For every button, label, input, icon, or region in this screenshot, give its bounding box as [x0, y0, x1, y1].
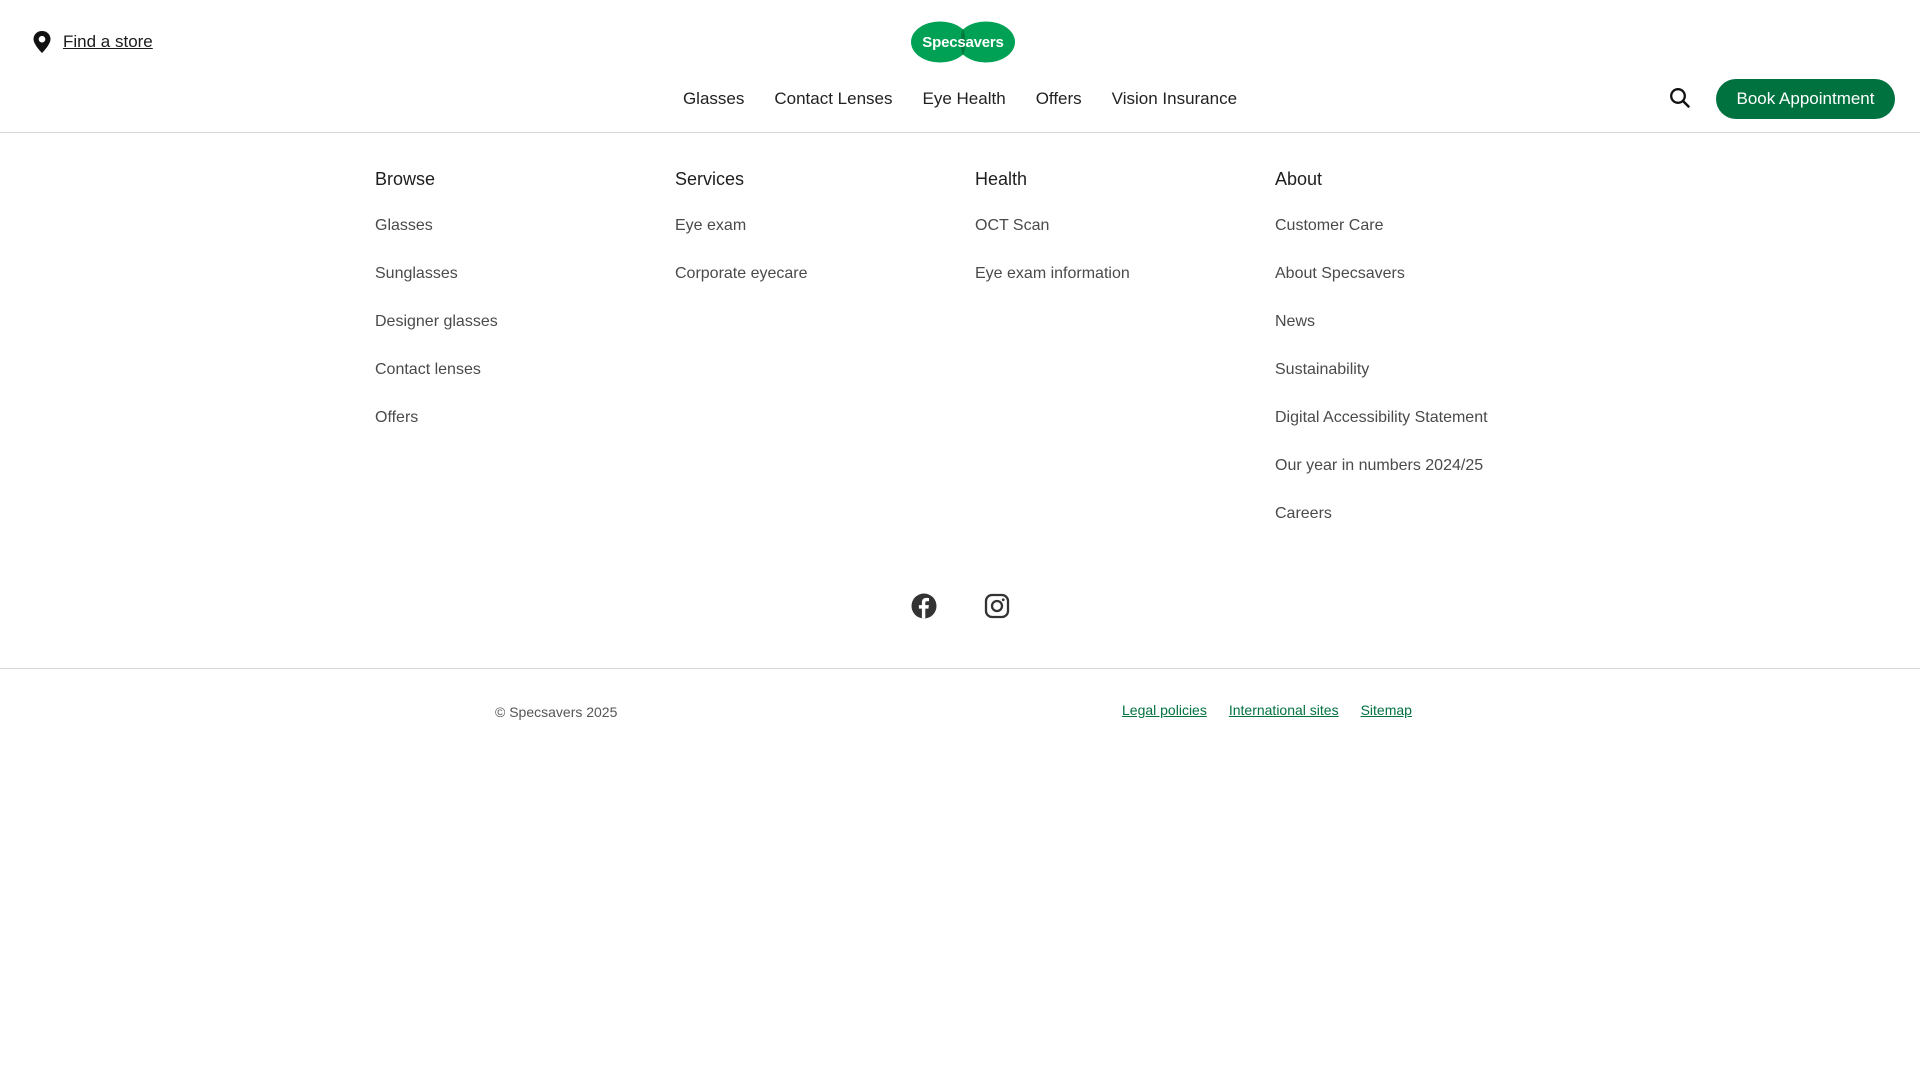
footer-link[interactable]: Contact lenses: [375, 358, 675, 382]
map-pin-icon: [33, 31, 51, 53]
footer-link[interactable]: Digital Accessibility Statement: [1275, 406, 1575, 430]
footer-link[interactable]: Our year in numbers 2024/25: [1275, 454, 1575, 478]
nav-contact-lenses[interactable]: Contact Lenses: [759, 84, 907, 114]
column-title: About: [1275, 169, 1323, 189]
column-title: Browse: [375, 169, 436, 189]
column-title: Services: [675, 169, 745, 189]
logo-text: Specsavers: [922, 33, 1004, 51]
footer-link[interactable]: Eye exam information: [975, 262, 1275, 286]
nav-offers[interactable]: Offers: [1021, 84, 1097, 114]
instagram-icon: [984, 593, 1009, 619]
footer-link-columns: Browse Glasses Sunglasses Designer glass…: [375, 166, 1575, 536]
footer-link[interactable]: Offers: [375, 406, 675, 430]
footer-column-services: Services Eye exam Corporate eyecare: [675, 166, 975, 310]
search-icon: [1670, 88, 1690, 108]
site-header: Find a store Specsavers Glasses Contact …: [0, 0, 1920, 133]
footer-column-health: Health OCT Scan Eye exam information: [975, 166, 1275, 310]
footer-link[interactable]: Glasses: [375, 214, 675, 238]
footer-link[interactable]: News: [1275, 310, 1575, 334]
footer-link[interactable]: Sustainability: [1275, 358, 1575, 382]
footer-column-about: About Customer Care About Specsavers New…: [1275, 166, 1575, 550]
legal-policies-link[interactable]: Legal policies: [1122, 702, 1207, 718]
instagram-link[interactable]: [984, 593, 1010, 619]
sitemap-link[interactable]: Sitemap: [1361, 702, 1412, 718]
social-links: [0, 593, 1920, 619]
footer-link[interactable]: Designer glasses: [375, 310, 675, 334]
specsavers-logo[interactable]: Specsavers: [910, 21, 1016, 63]
legal-links: Legal policies International sites Sitem…: [1122, 702, 1412, 718]
footer-link[interactable]: Eye exam: [675, 214, 975, 238]
find-store-label: Find a store: [63, 32, 153, 51]
footer-link[interactable]: Corporate eyecare: [675, 262, 975, 286]
facebook-icon: [911, 593, 936, 619]
nav-eye-health[interactable]: Eye Health: [908, 84, 1021, 114]
footer-link[interactable]: About Specsavers: [1275, 262, 1575, 286]
column-title: Health: [975, 169, 1028, 189]
footer-link[interactable]: Customer Care: [1275, 214, 1575, 238]
footer-link[interactable]: Sunglasses: [375, 262, 675, 286]
copyright-text: © Specsavers 2025: [495, 704, 618, 720]
footer-link[interactable]: Careers: [1275, 502, 1575, 526]
main-navigation: Glasses Contact Lenses Eye Health Offers…: [0, 84, 1920, 114]
facebook-link[interactable]: [911, 593, 937, 619]
find-store-link[interactable]: Find a store: [31, 30, 153, 54]
footer-link[interactable]: OCT Scan: [975, 214, 1275, 238]
search-button[interactable]: [1668, 86, 1692, 110]
footer-divider: [0, 668, 1920, 669]
book-appointment-button[interactable]: Book Appointment: [1716, 79, 1895, 119]
nav-vision-insurance[interactable]: Vision Insurance: [1097, 84, 1252, 114]
footer-column-browse: Browse Glasses Sunglasses Designer glass…: [375, 166, 675, 454]
international-sites-link[interactable]: International sites: [1229, 702, 1339, 718]
nav-glasses[interactable]: Glasses: [668, 84, 759, 114]
